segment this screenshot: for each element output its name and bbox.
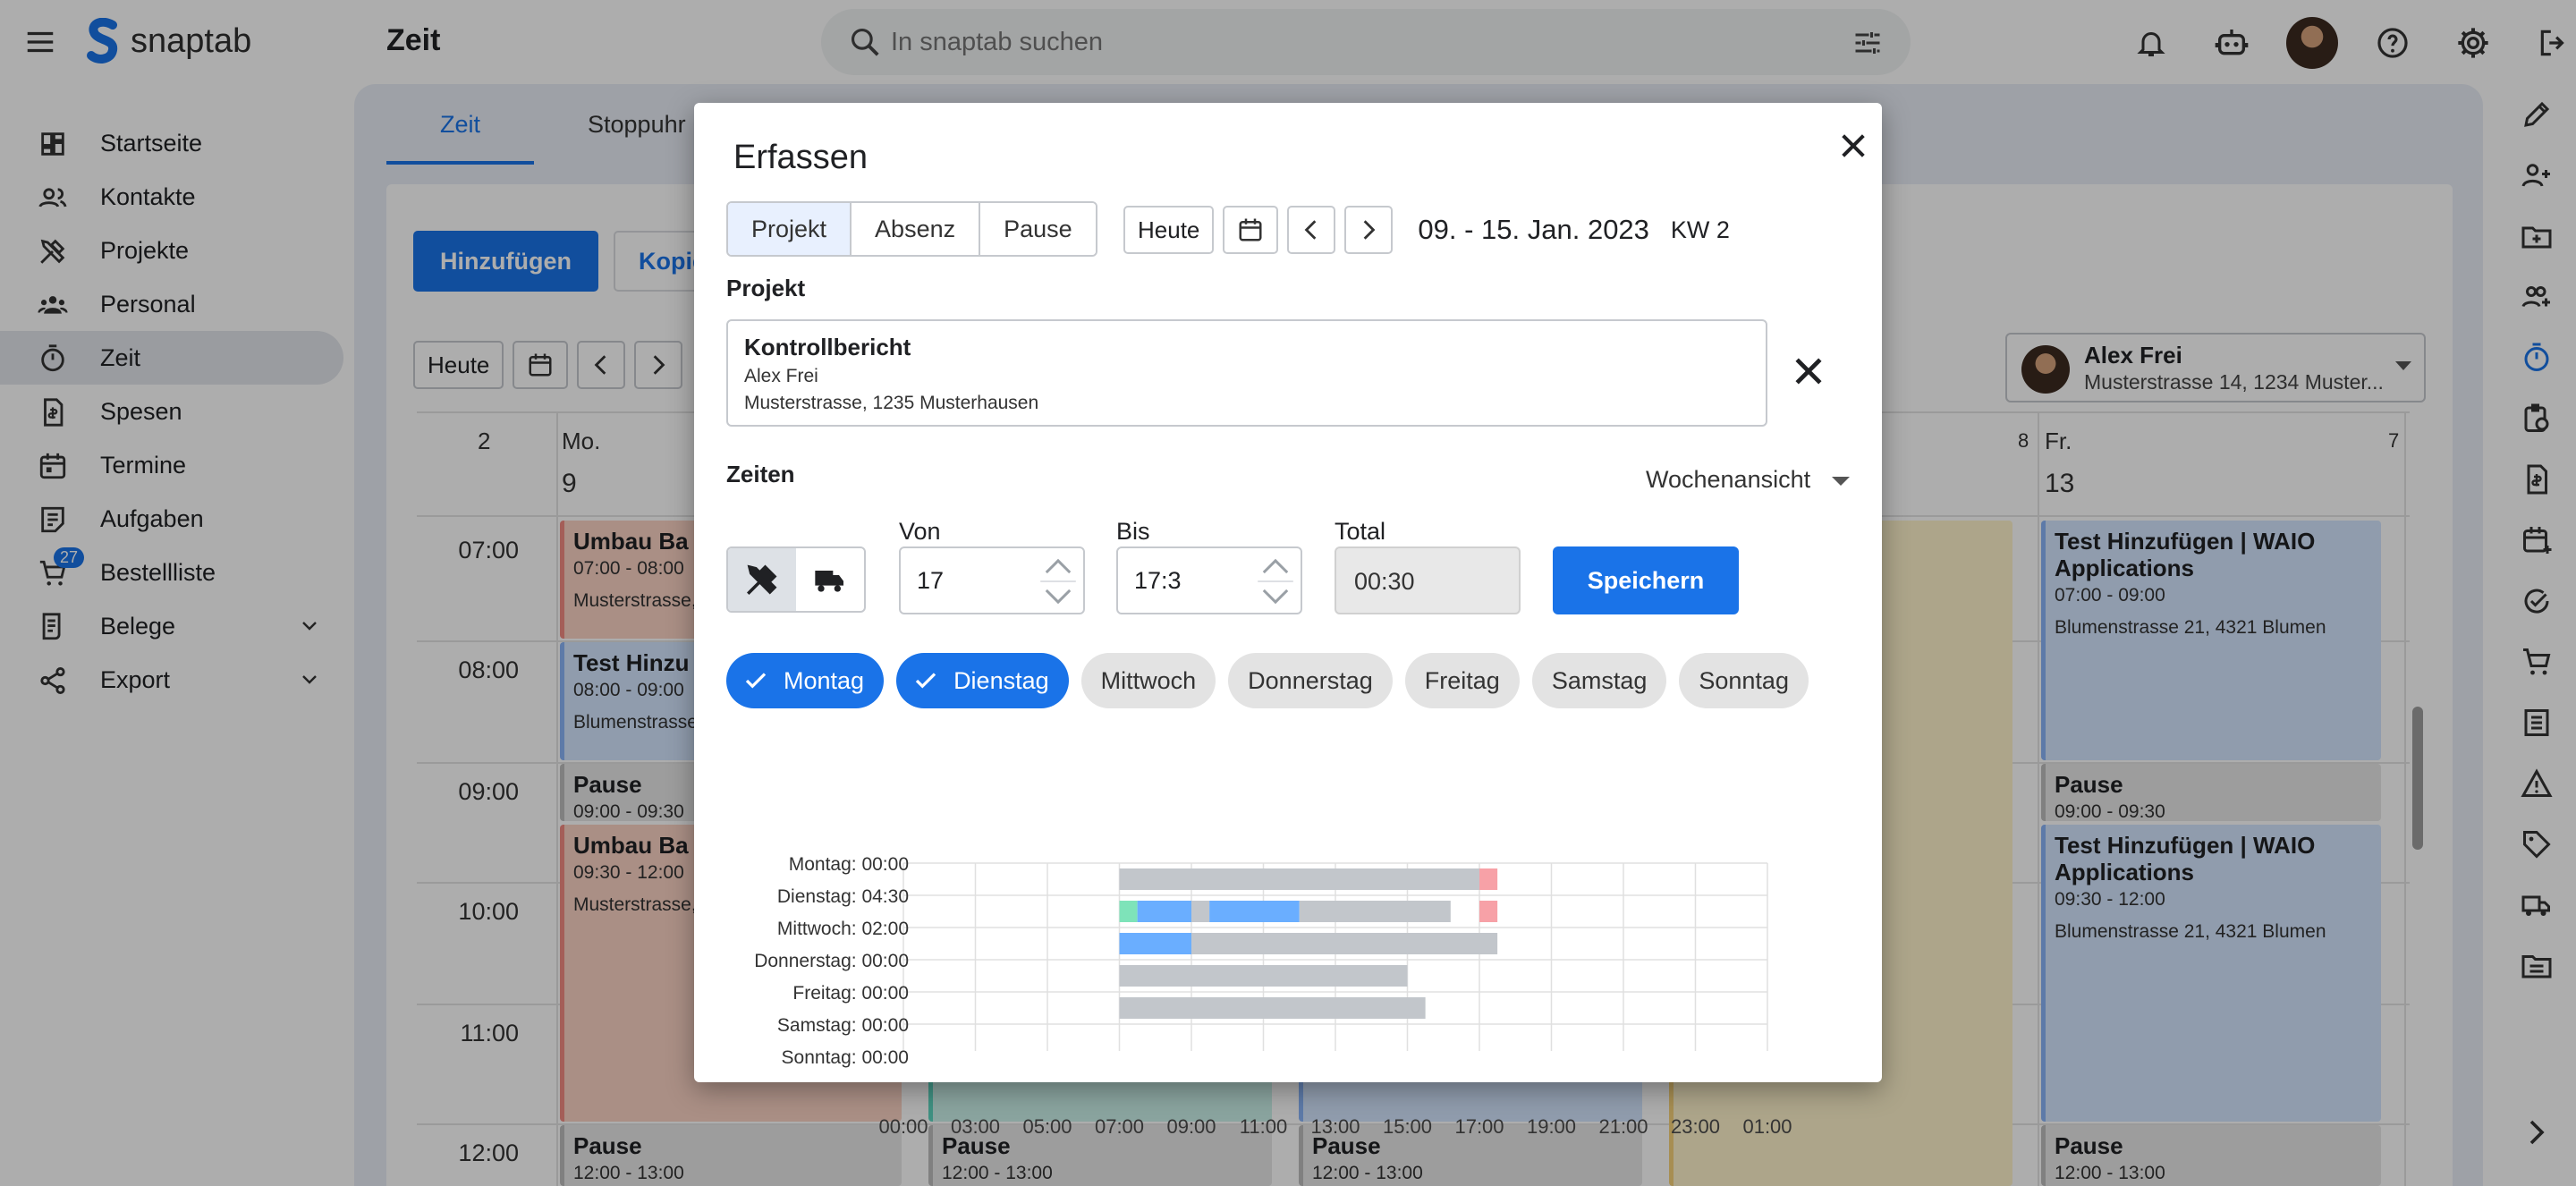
chart-row-label: Mittwoch: 02:00 [776,919,909,939]
day-chip-label: Dienstag [953,666,1049,694]
view-select[interactable]: Wochenansicht [1646,466,1810,494]
date-picker-button[interactable] [1223,206,1279,254]
total-field: 00:30 [1335,546,1521,614]
next-week-button[interactable] [1344,206,1394,254]
chart-tick-label: 07:00 [1094,1115,1145,1138]
day-chip-montag[interactable]: Montag [726,653,885,708]
weekday-chips: Montag Dienstag Mittwoch Donnerstag Frei… [726,653,1809,708]
chart-tick-label: 15:00 [1382,1115,1433,1138]
check-icon [915,673,936,689]
stepper-icon[interactable] [1040,552,1076,611]
bis-label: Bis [1116,518,1150,545]
chart-tick-label: 00:00 [878,1115,928,1138]
work-mode-toggle [726,546,866,613]
project-title: Kontrollbericht [744,334,911,360]
segment-projekt[interactable]: Projekt [728,203,852,255]
project-person: Alex Frei [744,366,818,386]
caret-down-icon[interactable] [1832,477,1850,486]
von-label: Von [899,518,941,545]
clear-project-icon[interactable] [1789,352,1828,391]
von-field[interactable] [899,546,1085,614]
project-field[interactable]: Kontrollbericht Alex Frei Musterstrasse,… [726,319,1767,427]
timeline-bar-project [1209,901,1300,922]
dialog-title: Erfassen [733,139,868,176]
week-number: KW 2 [1670,216,1730,243]
dialog-date-nav: Heute 09. - 15. Jan. 2023 KW 2 [1123,206,1730,254]
entry-type-toggle: Projekt Absenz Pause [726,201,1097,257]
check-icon [745,673,767,689]
total-label: Total [1335,518,1386,545]
chart-tick-label: 03:00 [950,1115,1001,1138]
work-mode-travel[interactable] [796,548,864,611]
chart-row-label: Dienstag: 04:30 [776,886,909,907]
day-chip-freitag[interactable]: Freitag [1404,653,1520,708]
erfassen-dialog: Erfassen Projekt Absenz Pause Heute 09. … [694,103,1882,1138]
chart-tick-label: 21:00 [1598,1115,1648,1138]
day-chip-mittwoch[interactable]: Mittwoch [1080,653,1216,708]
truck-icon [815,571,843,592]
date-range: 09. - 15. Jan. 2023 [1418,214,1649,245]
chart-row-label: Freitag: 00:00 [792,983,909,1004]
close-button[interactable] [1828,121,1878,171]
chart-tick-label: 17:00 [1454,1115,1504,1138]
timeline-bar-existing [1191,933,1498,954]
timeline-bar-existing [1119,868,1479,890]
total-value: 00:30 [1354,568,1415,595]
timeline-bar-absence [1119,901,1138,922]
timeline-bar-project [1137,901,1191,922]
day-chip-sonntag[interactable]: Sonntag [1679,653,1809,708]
chart-row-label: Sonntag: 00:00 [781,1047,909,1068]
chevron-right-icon [1364,220,1376,240]
week-timeline-chart: Montag: 00:00 Dienstag: 04:30 Mittwoch: 02… [694,747,1882,1138]
save-button[interactable]: Speichern [1553,546,1739,614]
chart-tick-label: 13:00 [1310,1115,1360,1138]
segment-pause[interactable]: Pause [980,203,1096,255]
chart-tick-label: 05:00 [1022,1115,1072,1138]
work-mode-tools[interactable] [728,548,796,611]
timeline-bar-existing [1119,997,1426,1019]
chart-tick-label: 23:00 [1670,1115,1721,1138]
calendar-icon [1239,218,1262,241]
timeline-bar-existing [1299,901,1451,922]
stepper-icon[interactable] [1258,552,1293,611]
chart-tick-label: 19:00 [1526,1115,1577,1138]
tools-icon [747,564,777,595]
timeline-bar-new_entry [1479,868,1498,890]
chart-tick-label: 01:00 [1742,1115,1792,1138]
timeline-bar-new_entry [1479,901,1498,922]
timeline-bar-pause [1191,901,1210,922]
von-input[interactable] [917,563,1024,598]
project-address: Musterstrasse, 1235 Musterhausen [744,393,1039,413]
project-label: Projekt [726,275,806,301]
day-chip-dienstag[interactable]: Dienstag [896,653,1069,708]
chart-tick-label: 09:00 [1166,1115,1216,1138]
bis-field[interactable] [1116,546,1302,614]
bis-input[interactable] [1134,563,1241,598]
close-icon [1842,134,1865,157]
day-chip-samstag[interactable]: Samstag [1531,653,1667,708]
times-label: Zeiten [726,461,795,487]
segment-absenz[interactable]: Absenz [852,203,981,255]
chart-row-label: Donnerstag: 00:00 [754,951,909,971]
chevron-left-icon [1304,220,1317,240]
chart-row-label: Samstag: 00:00 [776,1015,909,1036]
chart-row-label: Montag: 00:00 [788,854,909,875]
prev-week-button[interactable] [1287,206,1336,254]
day-chip-donnerstag[interactable]: Donnerstag [1228,653,1393,708]
timeline-bar-existing [1119,965,1408,987]
chart-tick-label: 11:00 [1239,1115,1288,1138]
timeline-bar-project [1119,933,1191,954]
day-chip-label: Montag [784,666,865,694]
today-button[interactable]: Heute [1123,206,1215,254]
